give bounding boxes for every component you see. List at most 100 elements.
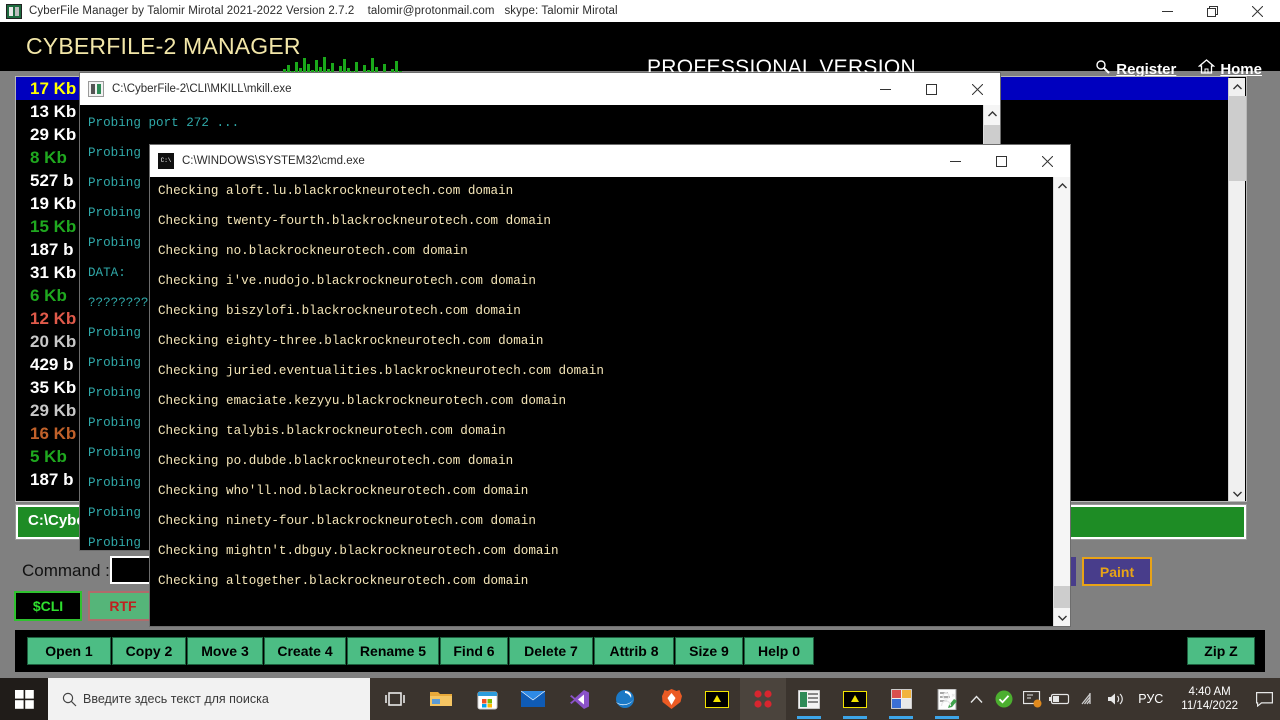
file-size: 17 Kb <box>30 79 77 98</box>
console-line: Checking ninety-four.blackrockneurotech.… <box>158 514 536 528</box>
mail-icon[interactable] <box>510 678 556 720</box>
window-controls <box>1145 0 1280 22</box>
file-size: 13 Kb <box>30 102 77 121</box>
cmd-scroll-down-icon[interactable] <box>1054 609 1070 626</box>
cmd-scrollbar[interactable] <box>1053 177 1070 626</box>
display-icon[interactable] <box>1018 678 1046 720</box>
red-dots-icon[interactable] <box>740 678 786 720</box>
microsoft-store-icon[interactable] <box>464 678 510 720</box>
paint-icon[interactable] <box>878 678 924 720</box>
console-line: Checking no.blackrockneurotech.com domai… <box>158 244 468 258</box>
internet-explorer-icon[interactable] <box>602 678 648 720</box>
mkill-icon[interactable] <box>832 678 878 720</box>
app-icon <box>6 3 22 19</box>
file-explorer-icon[interactable] <box>418 678 464 720</box>
action-center-icon[interactable] <box>1248 678 1280 720</box>
console-line: Checking mightn't.dbguy.blackrockneurote… <box>158 544 559 558</box>
console-line: Checking juried.eventualities.blackrockn… <box>158 364 604 378</box>
battery-icon[interactable] <box>1046 678 1074 720</box>
language-indicator[interactable]: РУС <box>1130 692 1171 706</box>
fn-button-attrib-8[interactable]: Attrib 8 <box>594 637 674 665</box>
fn-button-delete-7[interactable]: Delete 7 <box>509 637 593 665</box>
file-size: 429 b <box>30 355 74 374</box>
vlc-yellow-icon[interactable] <box>694 678 740 720</box>
cmd-maximize-icon[interactable] <box>978 145 1024 177</box>
cmd-close-icon[interactable] <box>1024 145 1070 177</box>
mkill-maximize-icon[interactable] <box>908 73 954 105</box>
cmd-window-controls <box>932 145 1070 177</box>
visual-studio-icon[interactable] <box>556 678 602 720</box>
file-size: 187 b <box>30 470 74 489</box>
file-size: 8 Kb <box>30 148 67 167</box>
start-button[interactable] <box>0 678 48 720</box>
fn-button-move-3[interactable]: Move 3 <box>187 637 263 665</box>
restore-icon[interactable] <box>1190 0 1235 22</box>
fn-button-create-4[interactable]: Create 4 <box>264 637 346 665</box>
scroll-thumb[interactable] <box>1229 96 1246 181</box>
rtf-button[interactable]: RTF <box>88 591 158 621</box>
clock[interactable]: 4:40 AM 11/14/2022 <box>1171 685 1248 713</box>
security-ok-icon[interactable] <box>990 678 1018 720</box>
system-tray: РУС 4:40 AM 11/14/2022 <box>934 678 1280 720</box>
cmd-console-output: Checking aloft.lu.blackrockneurotech.com… <box>150 177 1070 626</box>
register-label: Register <box>1116 60 1177 78</box>
minimize-icon[interactable] <box>1145 0 1190 22</box>
fn-button-help-0[interactable]: Help 0 <box>744 637 814 665</box>
mkill-title: C:\CyberFile-2\CLI\MKILL\mkill.exe <box>112 83 292 95</box>
console-line: Checking altogether.blackrockneurotech.c… <box>158 574 529 588</box>
fn-button-find-6[interactable]: Find 6 <box>440 637 508 665</box>
file-size: 35 Kb <box>30 378 77 397</box>
home-label: Home <box>1220 60 1262 78</box>
paint-button[interactable]: Paint <box>1082 557 1152 586</box>
clock-date: 11/14/2022 <box>1181 700 1238 712</box>
mkill-scroll-up-icon[interactable] <box>984 105 1000 122</box>
close-icon[interactable] <box>1235 0 1280 22</box>
console-line: DATA: <box>88 266 126 280</box>
file-list-scrollbar[interactable] <box>1228 78 1246 501</box>
taskbar-search[interactable]: Введите здесь текст для поиска <box>48 678 370 720</box>
console-line: Checking who'll.nod.blackrockneurotech.c… <box>158 484 529 498</box>
file-size: 15 Kb <box>30 217 77 236</box>
file-size: 12 Kb <box>30 309 77 328</box>
cyberfile-icon[interactable] <box>786 678 832 720</box>
taskbar-running-underline <box>797 716 821 719</box>
fn-button-size-9[interactable]: Size 9 <box>675 637 743 665</box>
console-icon <box>88 81 104 97</box>
command-label: Command : <box>22 561 110 580</box>
taskbar-running-underline <box>843 716 867 719</box>
app-header: CYBERFILE-2 MANAGER PROFESSIONAL VERSION… <box>0 22 1280 79</box>
scroll-up-icon[interactable] <box>1229 78 1246 95</box>
brave-browser-icon[interactable] <box>648 678 694 720</box>
task-view-icon[interactable] <box>372 678 418 720</box>
search-placeholder: Введите здесь текст для поиска <box>83 692 269 706</box>
fn-button-copy-2[interactable]: Copy 2 <box>112 637 186 665</box>
volume-icon[interactable] <box>1102 678 1130 720</box>
console-line: Checking po.dubde.blackrockneurotech.com… <box>158 454 514 468</box>
function-key-bar: Open 1 Copy 2 Move 3 Create 4 Rename 5 Find 6… <box>15 630 1265 672</box>
console-line: Checking twenty-fourth.blackrockneurotec… <box>158 214 551 228</box>
cli-button[interactable]: $CLI <box>14 591 82 621</box>
mkill-window-controls <box>862 73 1000 105</box>
mkill-close-icon[interactable] <box>954 73 1000 105</box>
cmd-minimize-icon[interactable] <box>932 145 978 177</box>
scroll-down-icon[interactable] <box>1229 485 1246 501</box>
mkill-minimize-icon[interactable] <box>862 73 908 105</box>
windows-taskbar: Введите здесь текст для поиска РУС 4:40 … <box>0 678 1280 720</box>
search-icon <box>62 692 77 707</box>
mkill-title-bar[interactable]: C:\CyberFile-2\CLI\MKILL\mkill.exe <box>80 73 1000 105</box>
file-size: 20 Kb <box>30 332 77 351</box>
cmd-scroll-thumb[interactable] <box>1054 586 1070 608</box>
wifi-icon[interactable] <box>1074 678 1102 720</box>
show-hidden-icons-icon[interactable] <box>962 678 990 720</box>
app-title-bar: CyberFile Manager by Talomir Mirotal 202… <box>0 0 1280 22</box>
fn-button-open-1[interactable]: Open 1 <box>27 637 111 665</box>
app-title: CyberFile Manager by Talomir Mirotal 202… <box>29 5 618 17</box>
cmd-scroll-up-icon[interactable] <box>1054 177 1070 194</box>
cmd-title-bar[interactable]: C:\ C:\WINDOWS\SYSTEM32\cmd.exe <box>150 145 1070 177</box>
console-line: Probing port 272 ... <box>88 116 240 130</box>
console-line: Checking emaciate.kezyyu.blackrockneurot… <box>158 394 567 408</box>
people-icon[interactable] <box>934 678 962 720</box>
fn-button-rename-5[interactable]: Rename 5 <box>347 637 439 665</box>
cmd-title: C:\WINDOWS\SYSTEM32\cmd.exe <box>182 155 365 167</box>
fn-button-zip[interactable]: Zip Z <box>1187 637 1255 665</box>
